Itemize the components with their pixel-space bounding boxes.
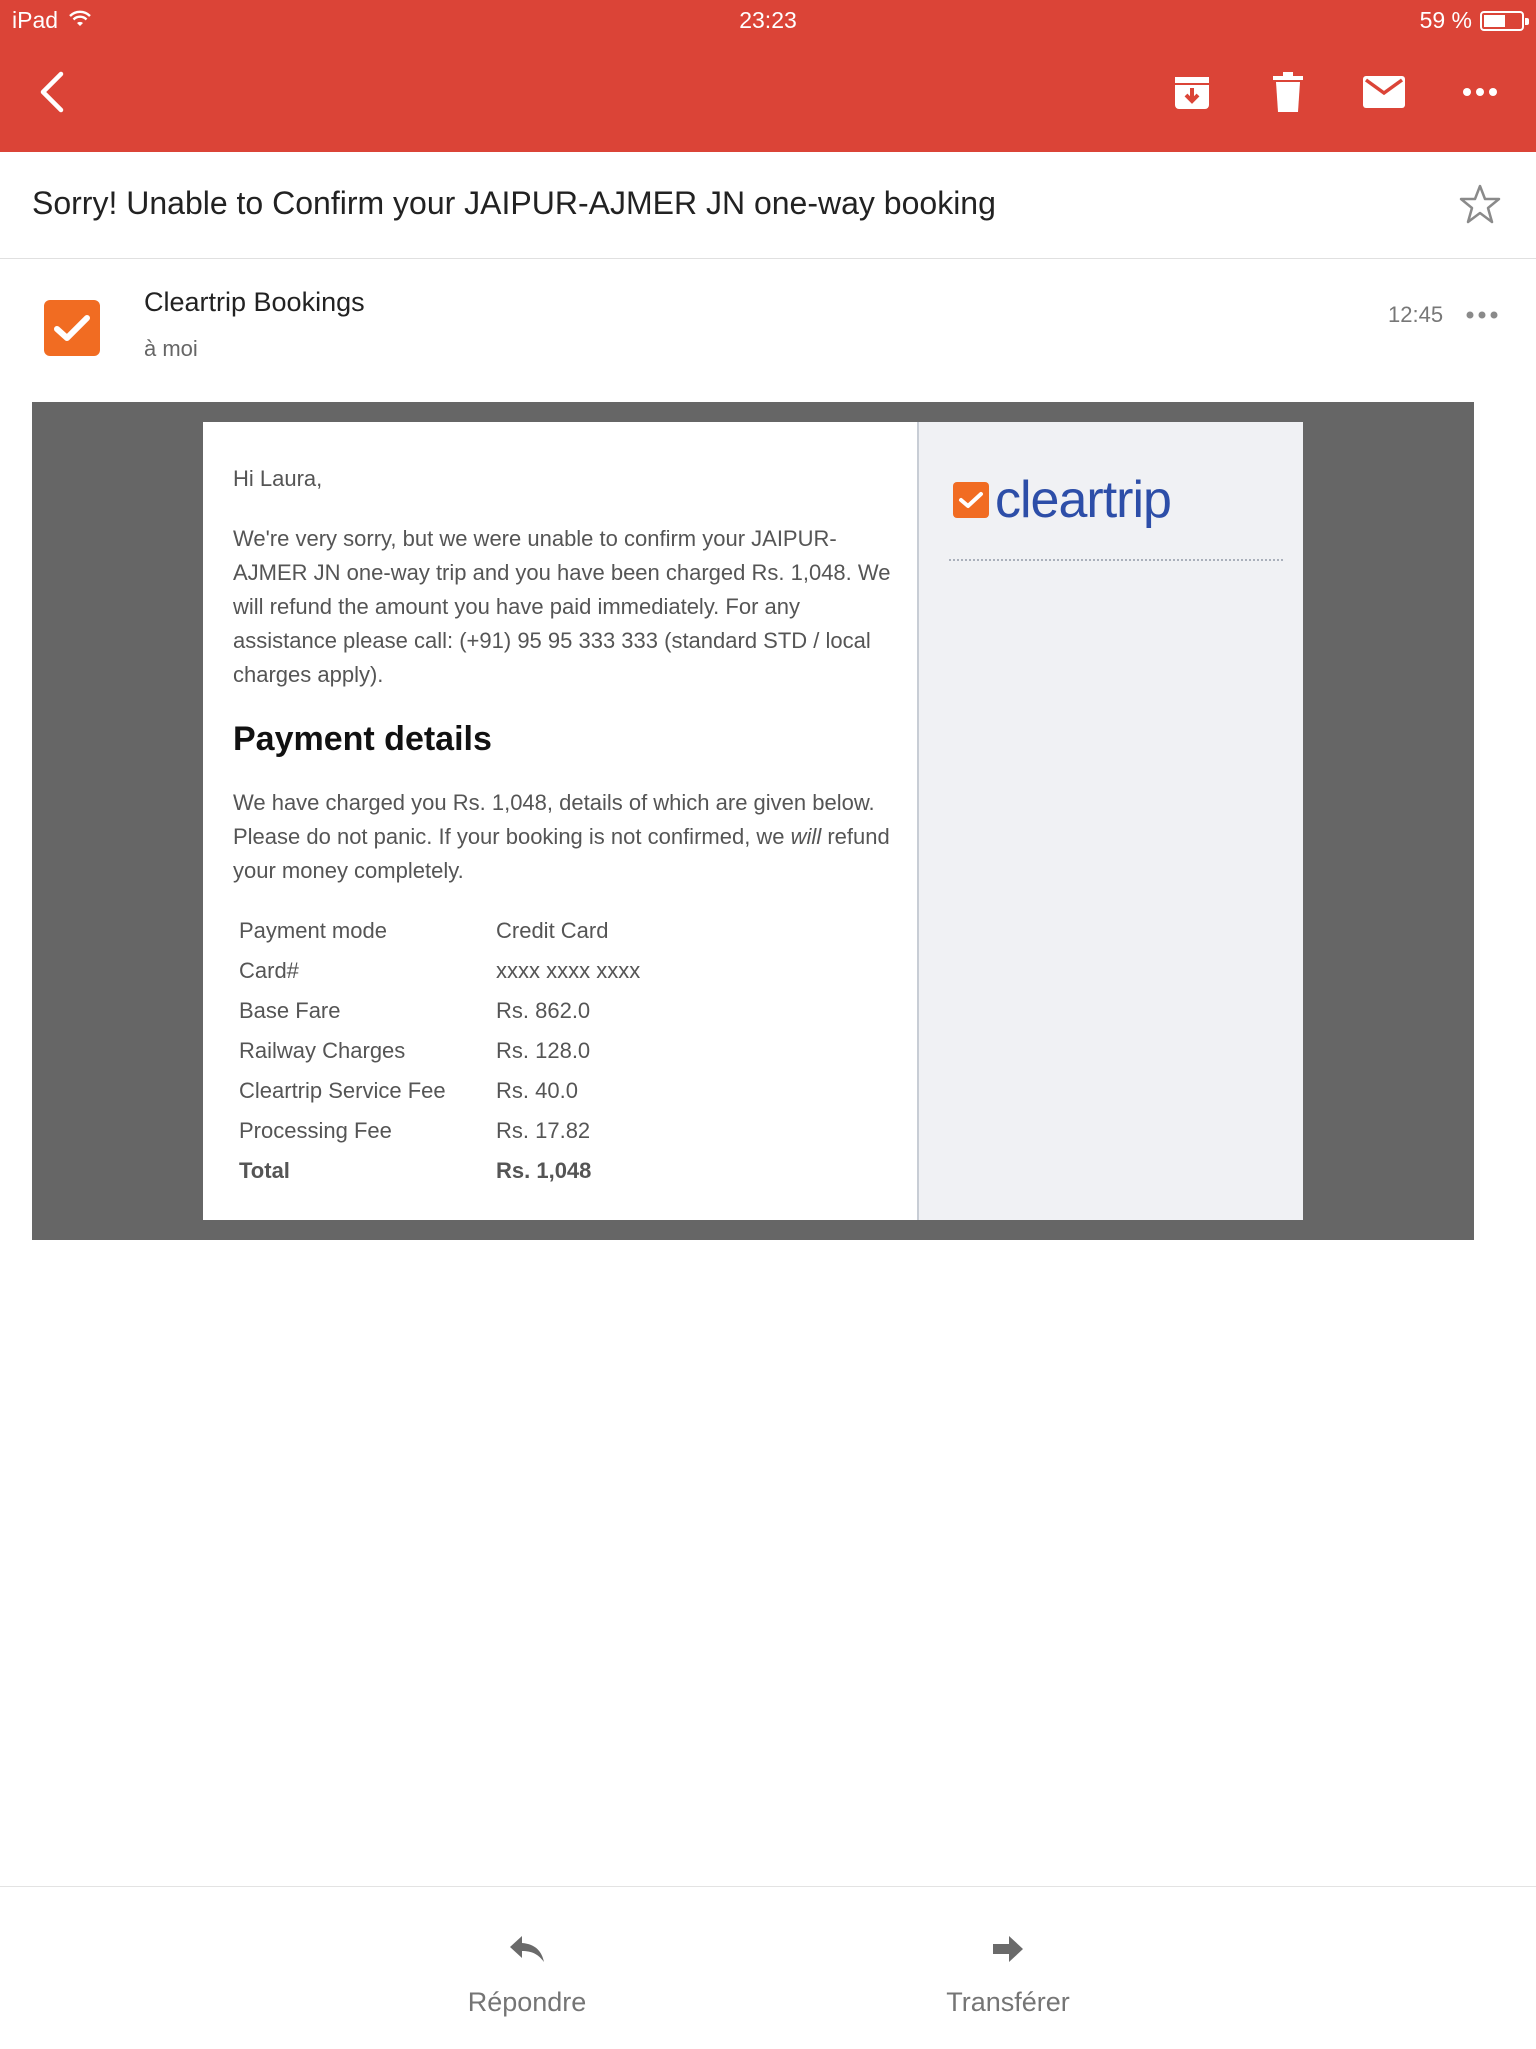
forward-icon [993,1936,1023,1962]
back-button[interactable] [22,62,82,122]
email-main-column: Hi Laura, We're very sorry, but we were … [203,422,919,1220]
reply-icon [510,1936,544,1962]
table-row: Cleartrip Service Fee Rs. 40.0 [239,1078,879,1118]
star-icon [1459,184,1501,224]
bottom-action-bar: Répondre Transférer [0,1886,1536,2049]
delete-button[interactable] [1258,62,1318,122]
clock: 23:23 [739,7,797,33]
payment-heading: Payment details [233,720,492,758]
row-value: xxxx xxxx xxxx [496,958,641,983]
chevron-left-icon [40,71,64,113]
table-row: Base Fare Rs. 862.0 [239,998,879,1038]
row-label: Card# [239,958,299,983]
table-row: Payment mode Credit Card [239,918,879,958]
divider [949,559,1283,561]
app-header: iPad 23:23 59 % [0,0,1536,152]
archive-button[interactable] [1162,62,1222,122]
row-value: Rs. 1,048 [496,1158,592,1183]
mark-unread-button[interactable] [1354,62,1414,122]
cleartrip-logo[interactable]: cleartrip [953,471,1172,529]
message-more-button[interactable] [1462,300,1502,330]
table-row: Processing Fee Rs. 17.82 [239,1118,879,1158]
archive-icon [1175,77,1209,109]
more-horizontal-icon [1463,88,1497,96]
forward-button[interactable]: Transférer [898,1927,1118,2018]
message-time: 12:45 [1388,302,1444,327]
brand-name: cleartrip [995,471,1172,529]
payment-table: Payment mode Credit Card Card# xxxx xxxx x… [239,918,879,1198]
forward-label: Transférer [946,1987,1070,2017]
email-content-frame: Hi Laura, We're very sorry, but we were … [32,402,1474,1240]
payment-desc-text: We have charged you Rs. 1,048, details o… [233,790,875,849]
status-bar: iPad 23:23 59 % [0,0,1536,42]
greeting: Hi Laura, [233,466,323,491]
recipient-label[interactable]: à moi [144,336,198,362]
intro-paragraph: We're very sorry, but we were unable to … [233,526,891,687]
payment-desc-emphasis: will [790,824,822,849]
row-value: Rs. 40.0 [496,1078,578,1103]
row-value: Rs. 862.0 [496,998,591,1023]
row-label: Processing Fee [239,1118,392,1143]
mail-icon [1363,76,1405,108]
email-side-column: cleartrip [919,422,1303,1220]
more-button[interactable] [1450,62,1510,122]
email-subject: Sorry! Unable to Confirm your JAIPUR-AJM… [32,185,996,221]
reply-label: Répondre [467,1987,587,2017]
checkmark-icon [953,482,989,518]
checkmark-icon [54,315,90,341]
row-value: Rs. 17.82 [496,1118,591,1143]
table-row-total: Total Rs. 1,048 [239,1158,879,1198]
row-label: Cleartrip Service Fee [239,1078,446,1103]
star-button[interactable] [1458,182,1502,226]
more-horizontal-icon [1466,311,1498,319]
row-label: Railway Charges [239,1038,406,1063]
row-label: Payment mode [239,918,387,943]
table-row: Card# xxxx xxxx xxxx [239,958,879,998]
battery-percent: 59 % [1419,7,1472,33]
trash-icon [1273,72,1303,112]
row-value: Rs. 128.0 [496,1038,591,1063]
battery-icon [1480,10,1529,31]
reply-button[interactable]: Répondre [417,1927,637,2018]
sender-avatar[interactable] [44,300,100,356]
row-value: Credit Card [496,918,609,943]
subject-row: Sorry! Unable to Confirm your JAIPUR-AJM… [0,152,1536,259]
email-card: Hi Laura, We're very sorry, but we were … [203,422,1303,1220]
row-label: Total [239,1158,290,1183]
row-label: Base Fare [239,998,341,1023]
table-row: Railway Charges Rs. 128.0 [239,1038,879,1078]
payment-description: We have charged you Rs. 1,048, details o… [233,786,903,888]
sender-name[interactable]: Cleartrip Bookings [144,287,365,318]
